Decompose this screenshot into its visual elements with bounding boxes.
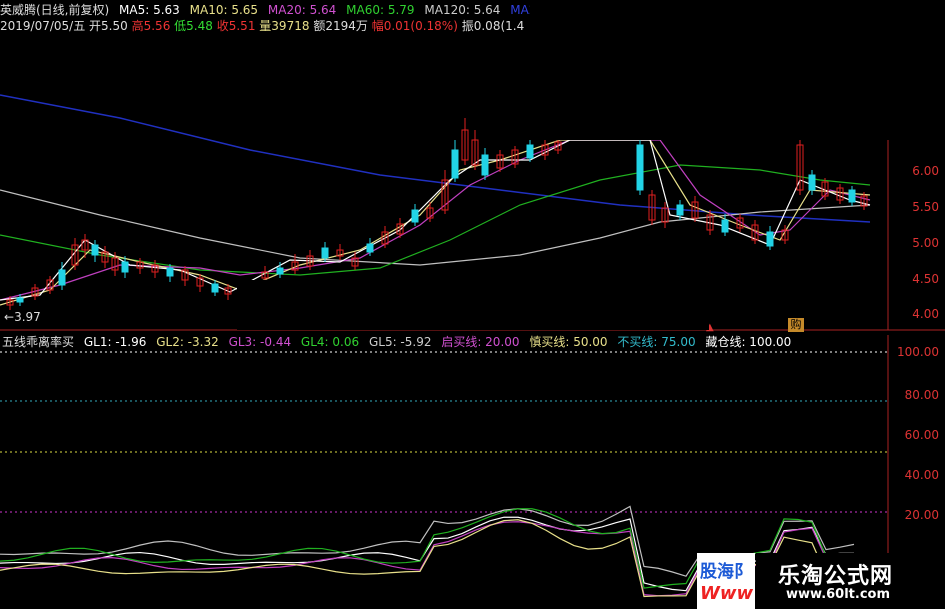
candle-body [211,283,219,293]
ma10-value: MA10: 5.65 [189,3,259,17]
buy-signal-badge: 购 [788,318,804,332]
open-price: 开5.50 [89,19,128,33]
quote-date: 2019/07/05/五 [0,19,86,33]
candle-body [848,189,856,203]
volume: 量39718 [259,19,310,33]
candle-body [91,244,99,256]
price-tick: 6.00 [912,164,939,178]
gl4-value: GL4: 0.06 [300,335,360,349]
hold-line-value: 藏仓线: 100.00 [705,335,792,349]
candle-body [808,174,816,191]
watermark-logo-left: 股海阝 Www [697,553,755,609]
indicator-name: 五线乖离率买 [2,335,75,349]
candle-body [166,267,174,277]
candle-body [451,149,459,179]
ma60-value: MA60: 5.79 [346,3,415,17]
price-tick: 5.00 [912,236,939,250]
close-price: 收5.51 [216,19,256,33]
candle-body [636,144,644,191]
ohlc-row: 2019/07/05/五 开5.50 高5.56 低5.48 收5.51 量39… [0,17,524,34]
candle-body [676,204,684,216]
candle-body [481,154,489,176]
indicator-header: 五线乖离率买 GL1: -1.96 GL2: -3.32 GL3: -0.44 … [2,334,797,350]
candle-body [721,219,729,233]
high-price: 高5.56 [131,19,171,33]
price-tick: 4.00 [912,307,939,321]
occlusion-box [237,280,709,330]
candle-body [16,297,24,303]
ind-tick: 100.00 [897,345,939,359]
ma120-value: MA120: 5.64 [424,3,501,17]
low-price: 低5.48 [174,19,213,33]
start-buy-value: 启买线: 20.00 [441,335,520,349]
amplitude: 振0.08(1.4 [461,19,525,33]
ma5-value: MA5: 5.63 [119,3,180,17]
watermark-logo-right: 乐淘公式网 www.60lt.com [756,553,945,609]
candle-body [276,267,284,275]
careful-buy-value: 慎买线: 50.00 [529,335,608,349]
gl1-value: GL1: -1.96 [83,335,147,349]
candle-body [526,144,534,159]
gl2-value: GL2: -3.32 [156,335,219,349]
ind-tick: 80.00 [904,388,939,402]
candle-body [366,243,374,253]
ind-tick: 60.00 [904,428,939,442]
ind-tick: 20.00 [904,508,939,522]
occlusion-box [530,0,945,140]
ma20-value: MA20: 5.64 [267,3,337,17]
gl3-value: GL3: -0.44 [228,335,292,349]
price-tick: 5.50 [912,200,939,214]
no-buy-value: 不买线: 75.00 [617,335,696,349]
ind-tick: 40.00 [904,468,939,482]
price-tick: 4.50 [912,272,939,286]
candle-body [321,247,329,259]
quote-header: 英威腾(日线,前复权) MA5: 5.63 MA10: 5.65 MA20: 5… [0,2,558,18]
candle-body [121,261,129,273]
gl5-value: GL5: -5.92 [368,335,432,349]
candle-body [766,231,774,247]
change: 幅0.01(0.18%) [371,19,458,33]
stock-name: 英威腾(日线,前复权) [0,3,110,17]
low-price-marker: ←3.97 [4,310,41,324]
amount: 额2194万 [313,19,368,33]
candle-body [411,209,419,223]
candle-body [58,269,66,286]
